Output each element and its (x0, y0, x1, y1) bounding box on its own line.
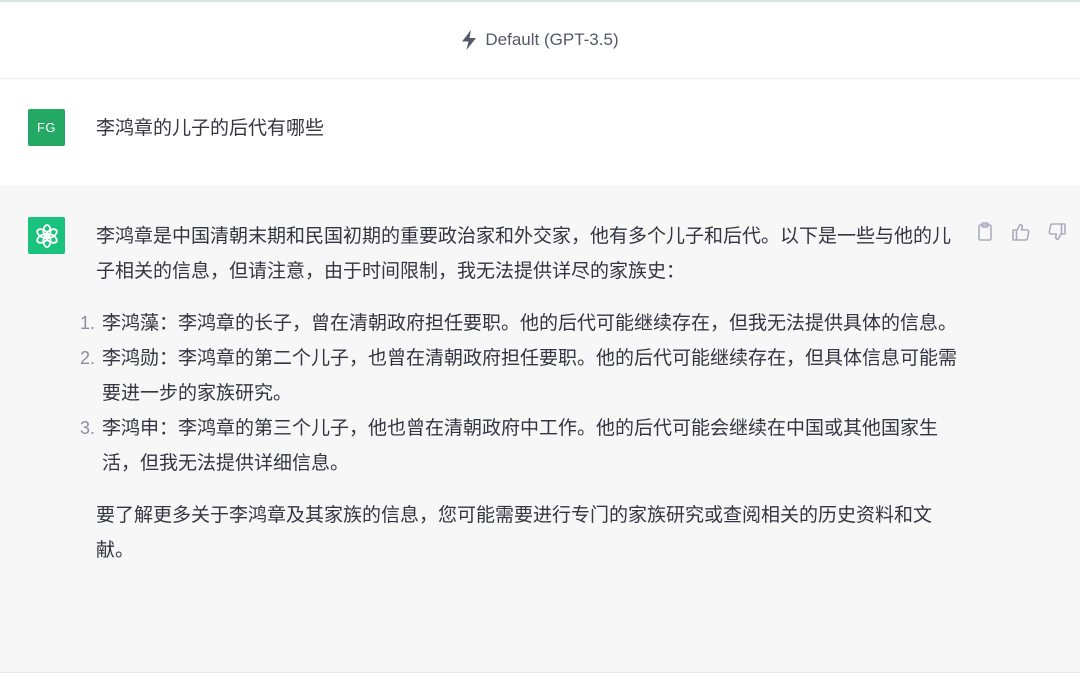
list-item: 1. 李鸿藻：李鸿章的长子，曾在清朝政府担任要职。他的后代可能继续存在，但我无法… (80, 306, 966, 341)
model-selector[interactable]: Default (GPT-3.5) (461, 30, 619, 50)
bolt-icon (462, 30, 477, 50)
list-item-text: 李鸿申：李鸿章的第三个儿子，他也曾在清朝政府中工作。他的后代可能会继续在中国或其… (102, 417, 939, 474)
thumbs-up-icon[interactable] (1010, 221, 1032, 243)
assistant-message-row: 李鸿章是中国清朝末期和民国初期的重要政治家和外交家，他有多个儿子和后代。以下是一… (0, 185, 1080, 673)
assistant-avatar (28, 217, 65, 254)
list-item-text: 李鸿藻：李鸿章的长子，曾在清朝政府担任要职。他的后代可能继续存在，但我无法提供具… (102, 312, 958, 334)
user-avatar-initials: FG (36, 120, 57, 135)
user-avatar: FG (28, 109, 65, 146)
thumbs-down-icon[interactable] (1046, 221, 1068, 243)
list-item-number: 3. (80, 418, 96, 438)
assistant-outro: 要了解更多关于李鸿章及其家族的信息，您可能需要进行专门的家族研究或查阅相关的历史… (96, 504, 933, 561)
assistant-intro: 李鸿章是中国清朝末期和民国初期的重要政治家和外交家，他有多个儿子和后代。以下是一… (96, 225, 952, 282)
model-header: Default (GPT-3.5) (0, 2, 1080, 79)
user-message-text: 李鸿章的儿子的后代有哪些 (96, 117, 325, 139)
model-label: Default (GPT-3.5) (485, 30, 619, 49)
descendants-list: 1. 李鸿藻：李鸿章的长子，曾在清朝政府担任要职。他的后代可能继续存在，但我无法… (80, 306, 966, 481)
list-item-number: 1. (80, 313, 96, 333)
user-message-row: FG 李鸿章的儿子的后代有哪些 (0, 79, 1080, 185)
list-item: 3. 李鸿申：李鸿章的第三个儿子，他也曾在清朝政府中工作。他的后代可能会继续在中… (80, 411, 966, 481)
list-item: 2. 李鸿勋：李鸿章的第二个儿子，也曾在清朝政府担任要职。他的后代可能继续存在，… (80, 341, 966, 411)
assistant-message-content: 李鸿章是中国清朝末期和民国初期的重要政治家和外交家，他有多个儿子和后代。以下是一… (80, 219, 966, 568)
openai-logo-icon (35, 223, 58, 248)
list-item-text: 李鸿勋：李鸿章的第二个儿子，也曾在清朝政府担任要职。他的后代可能继续存在，但具体… (102, 347, 958, 404)
clipboard-icon[interactable] (974, 221, 996, 243)
message-actions (974, 221, 1068, 243)
list-item-number: 2. (80, 348, 96, 368)
